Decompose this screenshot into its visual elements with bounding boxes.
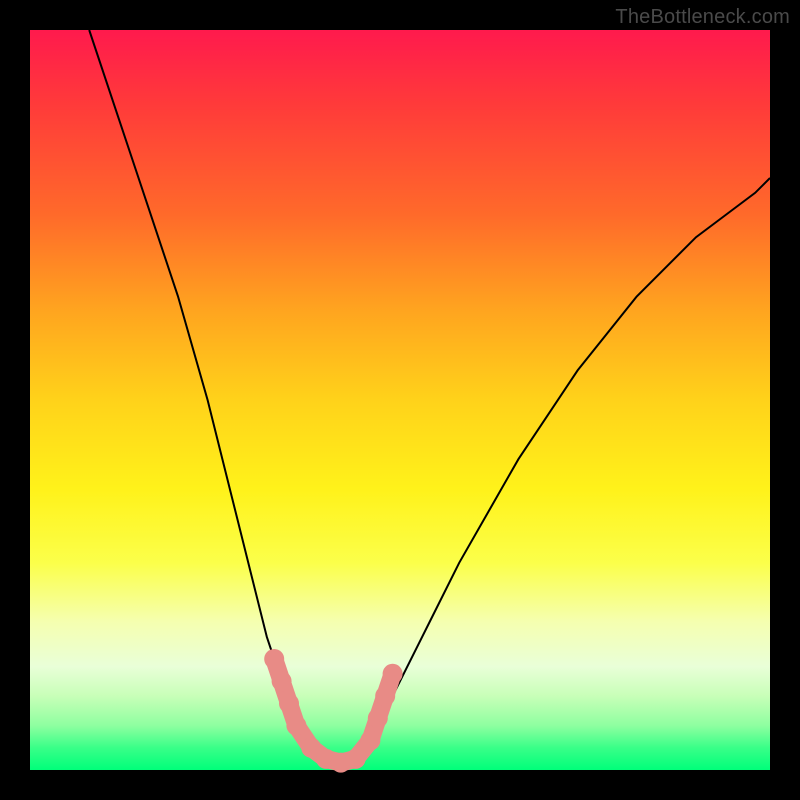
left-branch-curve bbox=[89, 30, 341, 764]
marker-point bbox=[264, 649, 284, 669]
marker-point bbox=[368, 708, 388, 728]
curve-layer bbox=[30, 30, 770, 770]
marker-point bbox=[383, 664, 403, 684]
plot-area bbox=[30, 30, 770, 770]
marker-point bbox=[286, 716, 306, 736]
marker-point bbox=[272, 671, 292, 691]
chart-frame: TheBottleneck.com bbox=[0, 0, 800, 800]
marker-point bbox=[279, 693, 299, 713]
right-branch-curve bbox=[341, 178, 770, 764]
watermark-text: TheBottleneck.com bbox=[615, 6, 790, 29]
marker-point bbox=[360, 730, 380, 750]
marker-point bbox=[375, 686, 395, 706]
marker-point bbox=[346, 749, 366, 769]
